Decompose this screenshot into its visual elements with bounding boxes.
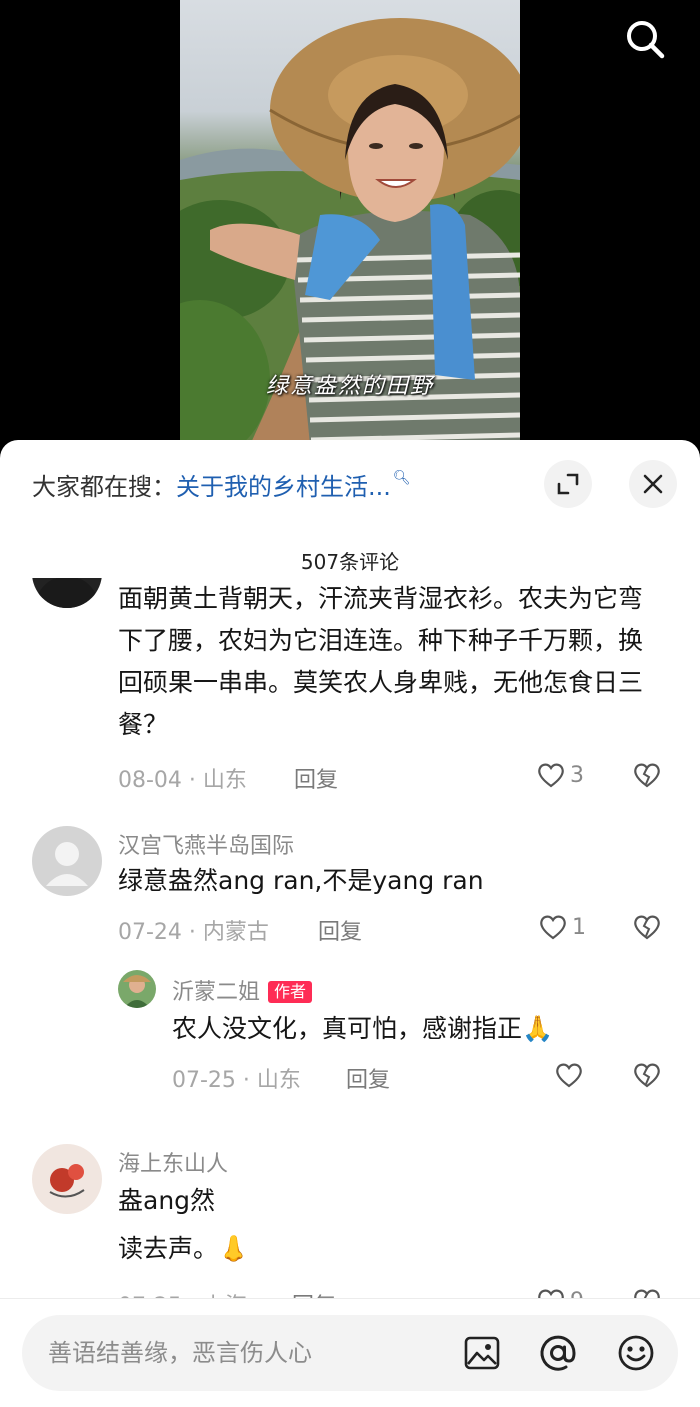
video-frame[interactable]: 绿意盎然的田野 bbox=[180, 0, 520, 445]
small-search-icon: 🔍︎ bbox=[392, 470, 411, 486]
reply-button[interactable]: 回复 bbox=[318, 914, 362, 946]
like-count: 1 bbox=[572, 914, 586, 940]
at-icon bbox=[540, 1335, 576, 1371]
comment-list[interactable]: 面朝黄土背朝天，汗流夹背湿衣衫。农夫为它弯下了腰，农妇为它泪连连。种下种子千万颗… bbox=[0, 578, 700, 1298]
close-button[interactable] bbox=[629, 460, 677, 508]
trending-search[interactable]: 大家都在搜： 关于我的乡村生活... 🔍︎ bbox=[32, 464, 411, 504]
comment-sheet: 大家都在搜： 关于我的乡村生活... 🔍︎ 507条评论 面朝黄土背朝天，汗流夹… bbox=[0, 440, 700, 1407]
like-button[interactable] bbox=[554, 1061, 588, 1089]
broken-heart-icon bbox=[634, 763, 660, 788]
image-button[interactable] bbox=[462, 1333, 502, 1373]
like-button[interactable]: 9 bbox=[536, 1287, 584, 1298]
broken-heart-icon bbox=[634, 1063, 660, 1088]
trending-search-label: 大家都在搜： bbox=[32, 472, 176, 501]
mention-button[interactable] bbox=[538, 1333, 578, 1373]
like-count: 9 bbox=[570, 1289, 584, 1299]
dislike-button[interactable] bbox=[632, 1060, 662, 1094]
expand-button[interactable] bbox=[544, 460, 592, 508]
username[interactable]: 汉宫飞燕半岛国际 bbox=[118, 828, 294, 860]
heart-icon bbox=[538, 1289, 564, 1298]
expand-icon bbox=[557, 473, 579, 495]
broken-heart-icon bbox=[634, 1289, 660, 1298]
like-button[interactable]: 3 bbox=[536, 761, 584, 789]
search-icon bbox=[627, 21, 665, 59]
comment-text-line: 读去声。👃 bbox=[118, 1234, 250, 1263]
avatar[interactable] bbox=[32, 826, 102, 896]
trending-search-link[interactable]: 关于我的乡村生活... bbox=[176, 467, 391, 502]
comment-meta: 08-04 · 山东 bbox=[118, 768, 247, 793]
reply-button[interactable]: 回复 bbox=[346, 1062, 390, 1094]
dislike-button[interactable] bbox=[632, 1286, 662, 1298]
comment-input-container[interactable] bbox=[22, 1315, 678, 1391]
broken-heart-icon bbox=[634, 915, 660, 940]
username[interactable]: 海上东山人 bbox=[118, 1146, 228, 1178]
comment-meta: 07-25 · 上海 bbox=[118, 1288, 247, 1298]
reply-button[interactable]: 回复 bbox=[294, 762, 338, 794]
author-avatar[interactable] bbox=[118, 970, 156, 1008]
emoji-icon bbox=[618, 1335, 654, 1371]
author-name[interactable]: 沂蒙二姐 bbox=[172, 980, 260, 1005]
comment-meta: 07-25 · 山东 bbox=[172, 1068, 301, 1093]
comment-text: 农人没文化，真可怕，感谢指正🙏 bbox=[172, 1014, 554, 1043]
like-button[interactable]: 1 bbox=[538, 913, 586, 941]
comment-text: 面朝黄土背朝天，汗流夹背湿衣衫。农夫为它弯下了腰，农妇为它泪连连。种下种子千万颗… bbox=[118, 584, 644, 739]
comment-text: 绿意盎然ang ran,不是yang ran bbox=[118, 866, 484, 895]
comment-meta: 07-24 · 内蒙古 bbox=[118, 920, 269, 945]
avatar[interactable] bbox=[32, 578, 102, 608]
comment-input[interactable] bbox=[48, 1333, 448, 1373]
reply-button[interactable]: 回复 bbox=[292, 1288, 336, 1298]
search-button[interactable] bbox=[620, 14, 670, 64]
heart-icon bbox=[538, 763, 564, 788]
dislike-button[interactable] bbox=[632, 912, 662, 946]
close-icon bbox=[643, 474, 663, 494]
avatar[interactable] bbox=[32, 1144, 102, 1214]
dislike-button[interactable] bbox=[632, 760, 662, 794]
comment-input-bar bbox=[0, 1298, 700, 1407]
video-caption: 绿意盎然的田野 bbox=[265, 374, 434, 399]
image-icon bbox=[464, 1336, 500, 1370]
emoji-button[interactable] bbox=[616, 1333, 656, 1373]
comment-count: 507条评论 bbox=[300, 550, 400, 574]
username[interactable]: 沂蒙二姐 作者 bbox=[172, 974, 313, 1006]
author-badge: 作者 bbox=[268, 981, 313, 1003]
video-player[interactable]: 绿意盎然的田野 bbox=[0, 0, 700, 445]
like-count: 3 bbox=[570, 762, 584, 788]
heart-icon bbox=[540, 915, 566, 940]
comment-text-line: 盎ang然 bbox=[118, 1186, 216, 1215]
heart-icon bbox=[556, 1063, 582, 1088]
